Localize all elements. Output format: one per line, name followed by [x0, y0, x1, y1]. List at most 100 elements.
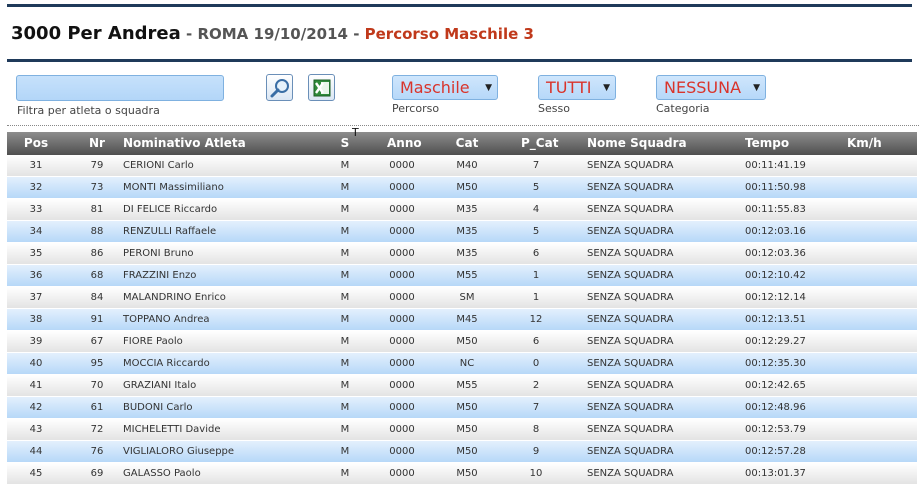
cell-nr: 81	[90, 204, 104, 215]
header-kmh[interactable]: Km/h	[847, 136, 882, 150]
cell-anno: 0000	[389, 402, 415, 413]
cell-sesso: M	[340, 204, 350, 215]
table-row[interactable]: 31 79 CERIONI Carlo M 0000 M40 7 SENZA SQUADRA 0…	[7, 155, 917, 177]
table-row[interactable]: 42 61 BUDONI Carlo M 0000 M50 7 SENZA SQUADRA 00…	[7, 397, 917, 419]
table-row[interactable]: 43 72 MICHELETTI Davide M 0000 M50 8 SENZA SQUA…	[7, 419, 917, 441]
cell-squadra: SENZA SQUADRA	[587, 336, 674, 347]
cell-sesso: M	[340, 380, 350, 391]
cell-squadra: SENZA SQUADRA	[587, 182, 674, 193]
header-squadra[interactable]: Nome Squadra	[587, 136, 687, 150]
cell-anno: 0000	[389, 314, 415, 325]
sesso-select[interactable]: TUTTI ▼	[538, 75, 616, 100]
header-sesso[interactable]: S	[339, 136, 351, 150]
cell-nr: 70	[90, 380, 104, 391]
header-pos[interactable]: Pos	[21, 136, 51, 150]
header-anno[interactable]: Anno	[387, 136, 422, 150]
cell-pcat: 1	[532, 292, 540, 303]
cell-cat: M40	[456, 160, 478, 171]
cell-anno: 0000	[389, 380, 415, 391]
top-rule	[7, 4, 912, 7]
cell-pcat: 0	[532, 358, 540, 369]
cell-sesso: M	[340, 270, 350, 281]
table-row[interactable]: 45 69 GALASSO Paolo M 0000 M50 10 SENZA SQUADRA…	[7, 463, 917, 485]
cell-tempo: 00:12:03.16	[745, 226, 806, 237]
cell-pcat: 7	[532, 402, 540, 413]
excel-export-button[interactable]	[308, 74, 335, 101]
cell-nome: TOPPANO Andrea	[123, 314, 210, 325]
cell-nr: 61	[90, 402, 104, 413]
chevron-down-icon: ▼	[485, 82, 492, 93]
table-row[interactable]: 35 86 PERONI Bruno M 0000 M35 6 SENZA SQUADRA 00…	[7, 243, 917, 265]
table-row[interactable]: 40 95 MOCCIA Riccardo M 0000 NC 0 SENZA SQUADRA…	[7, 353, 917, 375]
header-nr[interactable]: Nr	[82, 136, 112, 150]
cell-tempo: 00:13:01.37	[745, 468, 806, 479]
cell-tempo: 00:12:48.96	[745, 402, 806, 413]
results-table: Pos Nr Nominativo Atleta S T Anno Cat P_…	[7, 126, 917, 485]
header-nome[interactable]: Nominativo Atleta	[123, 136, 246, 150]
cell-cat: SM	[459, 292, 475, 303]
cell-nome: GRAZIANI Italo	[123, 380, 197, 391]
cell-nome: CERIONI Carlo	[123, 160, 194, 171]
cell-cat: M35	[456, 248, 478, 259]
cell-nome: MICHELETTI Davide	[123, 424, 221, 435]
sesso-label: Sesso	[538, 102, 570, 115]
categoria-select[interactable]: NESSUNA ▼	[656, 75, 766, 100]
cell-nome: VIGLIALORO Giuseppe	[123, 446, 235, 457]
cell-anno: 0000	[389, 226, 415, 237]
cell-pos: 36	[29, 270, 43, 281]
title-separator: -	[180, 25, 198, 43]
cell-pos: 44	[29, 446, 43, 457]
cell-tempo: 00:12:03.36	[745, 248, 806, 259]
cell-squadra: SENZA SQUADRA	[587, 226, 674, 237]
cell-nr: 84	[90, 292, 104, 303]
cell-tempo: 00:11:50.98	[745, 182, 806, 193]
cell-squadra: SENZA SQUADRA	[587, 248, 674, 259]
cell-sesso: M	[340, 226, 350, 237]
percorso-select[interactable]: Maschile ▼	[392, 75, 498, 100]
cell-anno: 0000	[389, 446, 415, 457]
cell-nome: PERONI Bruno	[123, 248, 194, 259]
cell-anno: 0000	[389, 358, 415, 369]
table-row[interactable]: 41 70 GRAZIANI Italo M 0000 M55 2 SENZA SQUADRA…	[7, 375, 917, 397]
cell-cat: M50	[456, 468, 478, 479]
header-tempo[interactable]: Tempo	[745, 136, 789, 150]
cell-pcat: 5	[532, 226, 540, 237]
cell-tempo: 00:12:10.42	[745, 270, 806, 281]
percorso-select-value: Maschile	[400, 78, 470, 97]
cell-anno: 0000	[389, 336, 415, 347]
cell-sesso: M	[340, 358, 350, 369]
table-row[interactable]: 33 81 DI FELICE Riccardo M 0000 M35 4 SENZA SQU…	[7, 199, 917, 221]
page-title: 3000 Per Andrea - ROMA 19/10/2014 - Perc…	[11, 23, 534, 44]
cell-pcat: 10	[529, 468, 543, 479]
sesso-select-value: TUTTI	[546, 78, 592, 97]
cell-nome: FIORE Paolo	[123, 336, 183, 347]
cell-pos: 42	[29, 402, 43, 413]
cell-nome: BUDONI Carlo	[123, 402, 193, 413]
table-row[interactable]: 39 67 FIORE Paolo M 0000 M50 6 SENZA SQUADRA 00:…	[7, 331, 917, 353]
table-row[interactable]: 38 91 TOPPANO Andrea M 0000 M45 12 SENZA SQUADR…	[7, 309, 917, 331]
divider	[7, 125, 919, 126]
table-row[interactable]: 37 84 MALANDRINO Enrico M 0000 SM 1 SENZA SQUAD…	[7, 287, 917, 309]
cell-cat: M55	[456, 380, 478, 391]
header-cat[interactable]: Cat	[449, 136, 485, 150]
table-row[interactable]: 44 76 VIGLIALORO Giuseppe M 0000 M50 9 SENZA SQ…	[7, 441, 917, 463]
header-pcat[interactable]: P_Cat	[521, 136, 558, 150]
cell-tempo: 00:12:42.65	[745, 380, 806, 391]
search-button[interactable]	[266, 74, 293, 101]
table-row[interactable]: 32 73 MONTI Massimiliano M 0000 M50 5 SENZA SQU…	[7, 177, 917, 199]
cell-squadra: SENZA SQUADRA	[587, 380, 674, 391]
cell-tempo: 00:12:12.14	[745, 292, 806, 303]
filter-input[interactable]	[16, 75, 224, 101]
table-row[interactable]: 36 68 FRAZZINI Enzo M 0000 M55 1 SENZA SQUADRA 0…	[7, 265, 917, 287]
cell-pcat: 5	[532, 182, 540, 193]
cell-anno: 0000	[389, 204, 415, 215]
cell-nr: 86	[90, 248, 104, 259]
table-row[interactable]: 34 88 RENZULLI Raffaele M 0000 M35 5 SENZA SQUA…	[7, 221, 917, 243]
cell-sesso: M	[340, 424, 350, 435]
cell-cat: M45	[456, 314, 478, 325]
cell-nome: GALASSO Paolo	[123, 468, 201, 479]
chevron-down-icon: ▼	[603, 82, 610, 93]
cell-sesso: M	[340, 292, 350, 303]
cell-sesso: M	[340, 336, 350, 347]
cell-pos: 33	[29, 204, 43, 215]
